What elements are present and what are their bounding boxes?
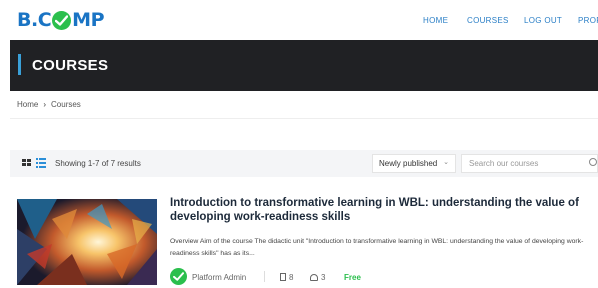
page-banner: COURSES [10, 40, 598, 91]
grid-view-icon[interactable] [22, 159, 32, 167]
course-meta: Platform Admin 8 3 Free [170, 268, 598, 286]
users-icon [310, 274, 318, 281]
meta-divider [264, 271, 265, 282]
course-toolbar: Showing 1-7 of 7 results Newly published… [10, 150, 598, 177]
site-logo[interactable]: B.C MP [17, 8, 104, 32]
avatar [170, 268, 187, 285]
document-icon [280, 273, 286, 281]
site-header: B.C MP HOME COURSES LOG OUT PROF [0, 0, 598, 40]
course-author[interactable]: Platform Admin [192, 273, 246, 282]
breadcrumb-home[interactable]: Home [17, 100, 38, 109]
results-count: Showing 1-7 of 7 results [55, 159, 141, 168]
students-value: 3 [321, 273, 326, 282]
course-thumbnail[interactable] [17, 199, 157, 285]
course-title[interactable]: Introduction to transformative learning … [170, 196, 598, 224]
nav-courses[interactable]: COURSES [467, 16, 509, 25]
chevron-right-icon: › [43, 100, 47, 109]
page-title: COURSES [32, 57, 109, 74]
logo-text-right: MP [72, 9, 104, 31]
banner-accent-bar [18, 54, 21, 75]
check-icon [52, 10, 72, 30]
course-description: Overview Aim of the course The didactic … [170, 238, 584, 257]
divider [10, 118, 598, 119]
chevron-down-icon: ⌄ [443, 159, 449, 166]
search-placeholder: Search our courses [469, 159, 539, 168]
nav-home[interactable]: HOME [423, 16, 448, 25]
search-icon[interactable] [589, 158, 597, 166]
logo-text-left: B.C [17, 9, 52, 31]
search-input[interactable]: Search our courses [461, 154, 598, 173]
sort-select-value: Newly published [379, 159, 438, 168]
students-count: 3 [310, 273, 325, 282]
lessons-count: 8 [280, 273, 293, 282]
lessons-value: 8 [289, 273, 294, 282]
breadcrumb-current: Courses [51, 100, 81, 109]
nav-logout[interactable]: LOG OUT [524, 16, 562, 25]
course-price: Free [344, 273, 361, 282]
list-view-icon[interactable] [36, 158, 46, 168]
sort-select[interactable]: Newly published ⌄ [372, 154, 456, 173]
breadcrumb: Home › Courses [17, 100, 81, 109]
nav-profile[interactable]: PROF [578, 16, 598, 25]
